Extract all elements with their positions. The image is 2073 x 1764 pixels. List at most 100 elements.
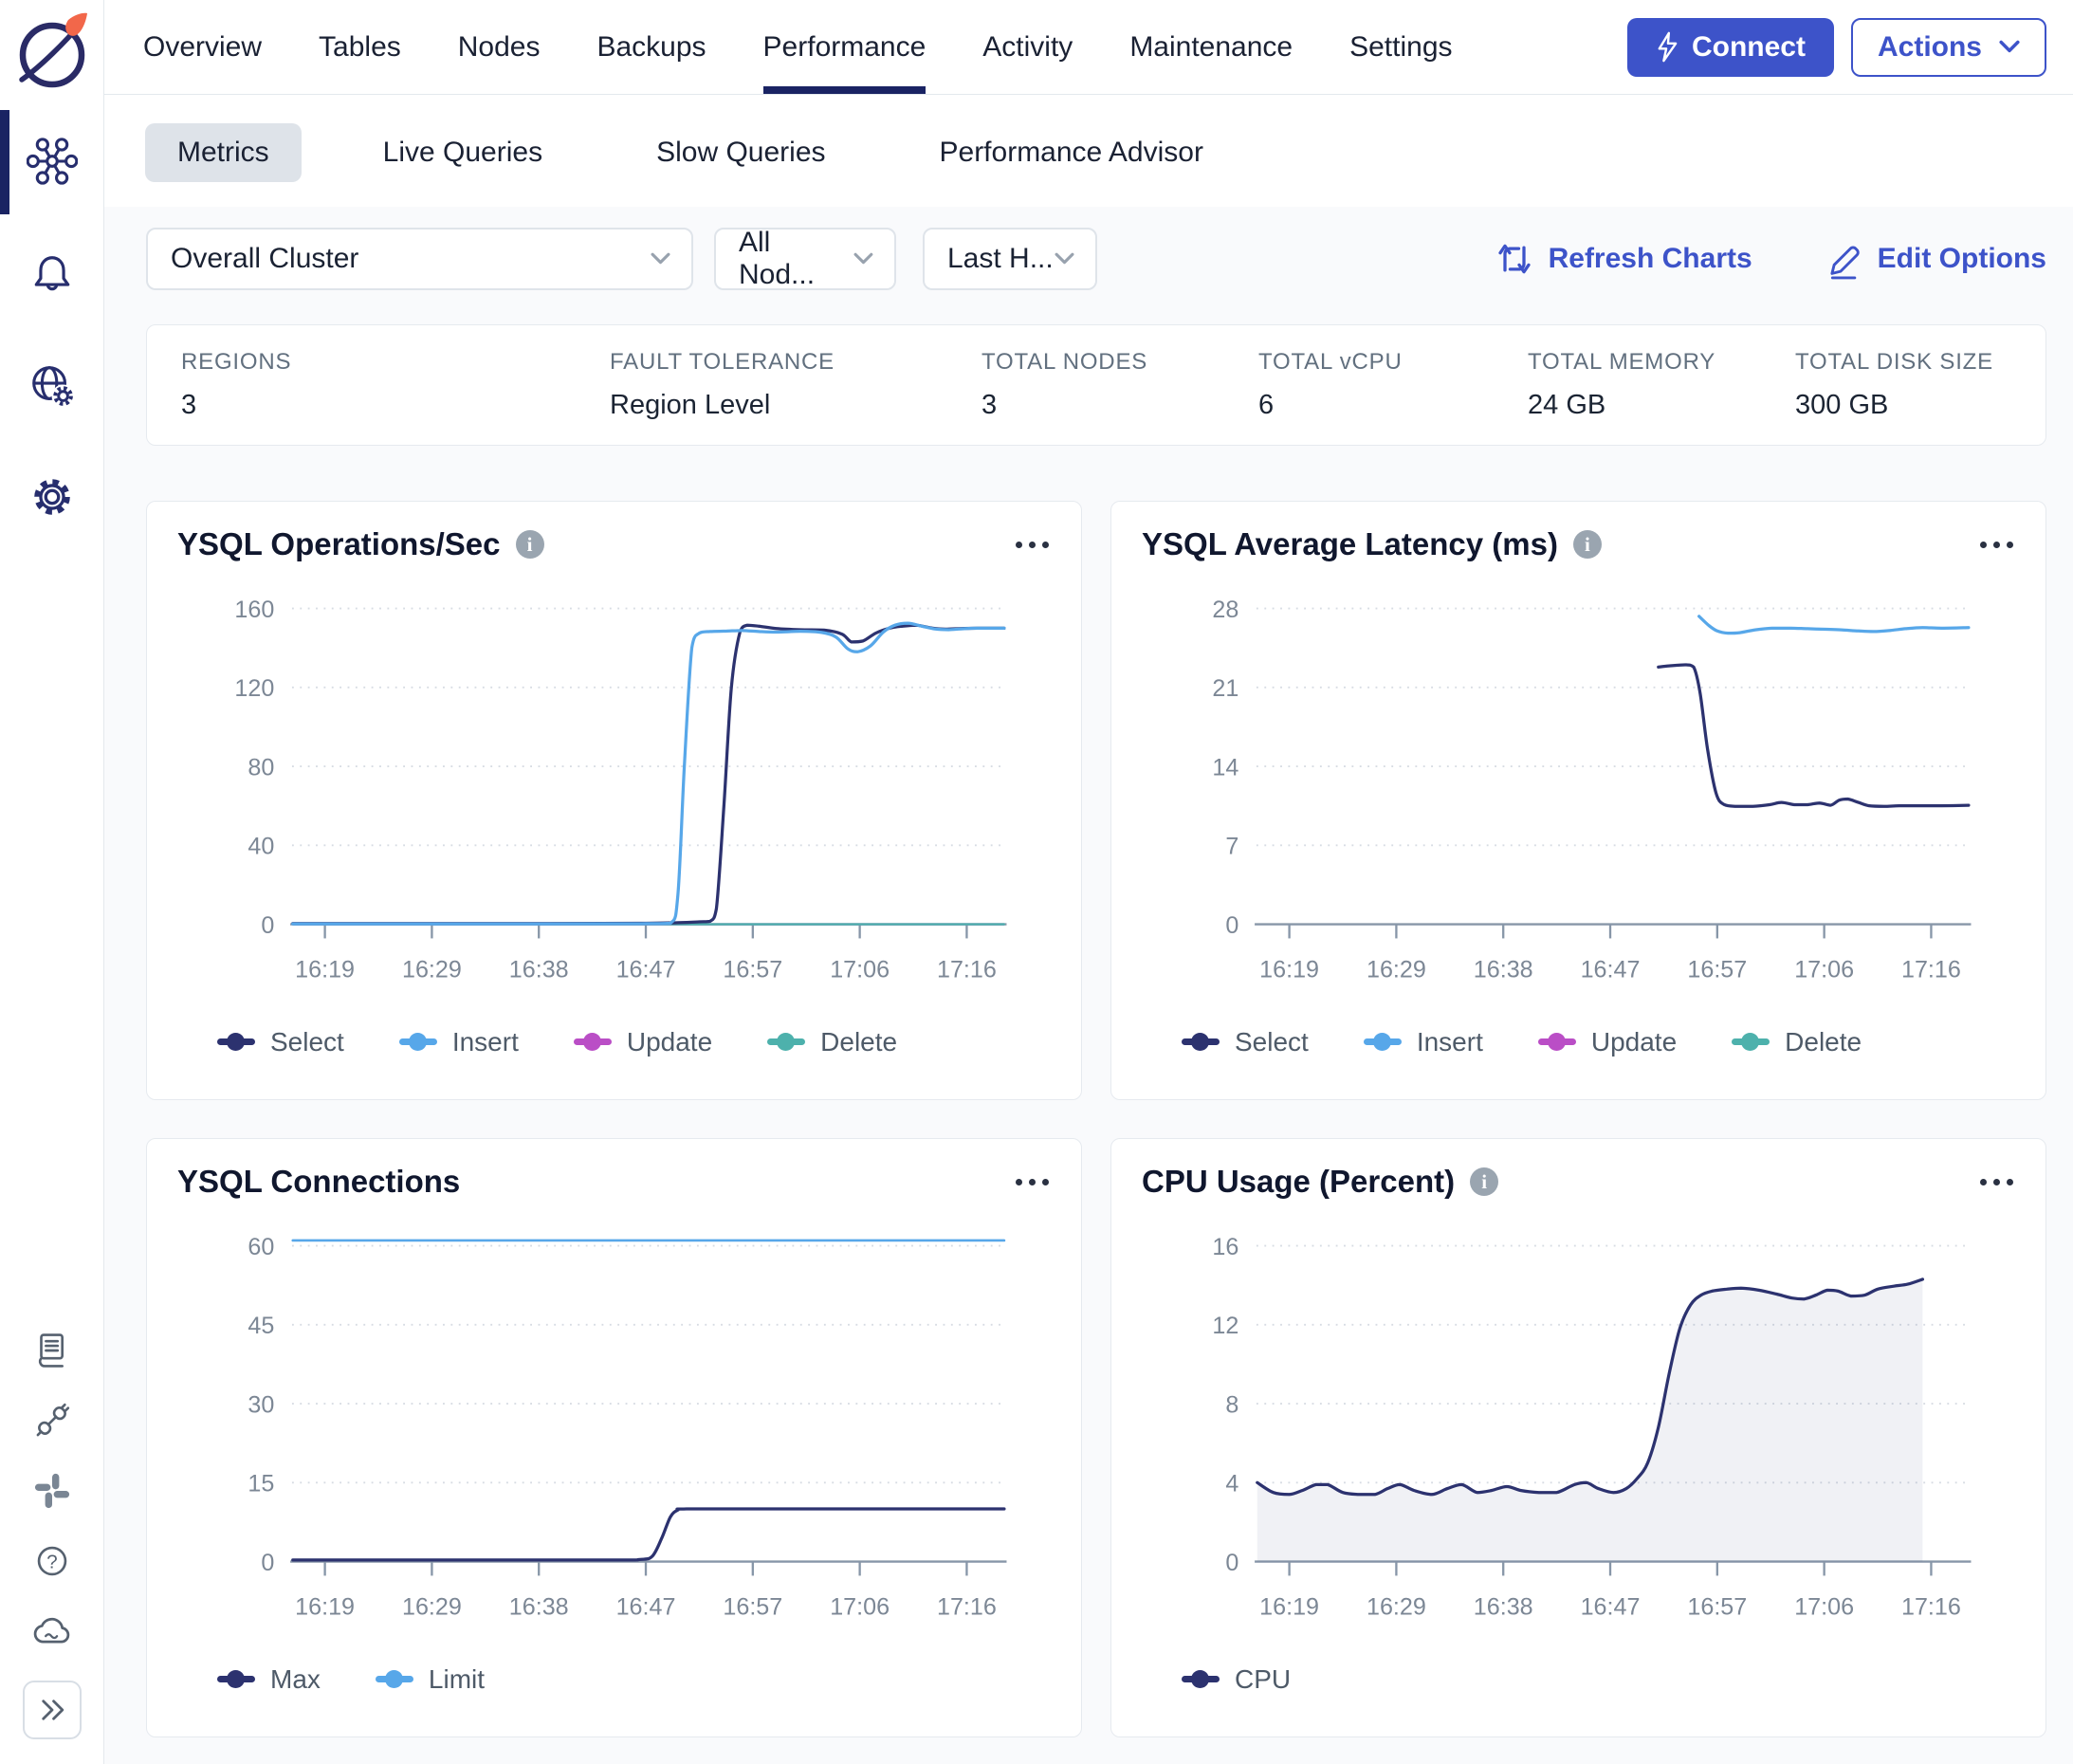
cluster-tab-bar: Overview Tables Nodes Backups Performanc… — [104, 0, 2073, 95]
charts-grid: YSQL Operations/Sec i 0408012016016:1916… — [146, 501, 2046, 1753]
refresh-icon — [1495, 240, 1533, 278]
subtab-slow-queries[interactable]: Slow Queries — [624, 123, 857, 182]
chart-card-ysql-operations: YSQL Operations/Sec i 0408012016016:1916… — [146, 501, 1082, 1100]
svg-text:17:06: 17:06 — [1794, 956, 1854, 983]
stat-value: 300 GB — [1795, 390, 1993, 421]
filter-row: Overall Cluster All Nod... Last H... — [146, 228, 2046, 290]
main-area: Overview Tables Nodes Backups Performanc… — [104, 0, 2073, 1764]
stat-total-vcpu: TOTAL vCPU 6 — [1258, 349, 1528, 421]
tab-backups[interactable]: Backups — [596, 0, 706, 94]
svg-text:16:19: 16:19 — [1259, 956, 1319, 983]
sidebar-item-notifications[interactable] — [0, 247, 104, 300]
chart-menu-button[interactable] — [1014, 534, 1051, 556]
sidebar: ? — [0, 0, 104, 1764]
tab-overview[interactable]: Overview — [143, 0, 262, 94]
sidebar-item-cluster[interactable] — [0, 135, 104, 188]
cpu-usage-chart: 048121616:1916:2916:3816:4716:5717:0617:… — [1142, 1202, 2015, 1661]
stat-label: FAULT TOLERANCE — [610, 349, 981, 376]
tab-maintenance[interactable]: Maintenance — [1129, 0, 1293, 94]
svg-text:8: 8 — [1225, 1391, 1238, 1418]
legend-label: Select — [270, 1027, 344, 1057]
legend-item-update[interactable]: Update — [1538, 1027, 1677, 1057]
tab-performance[interactable]: Performance — [763, 0, 926, 94]
legend-item-limit[interactable]: Limit — [376, 1664, 485, 1695]
svg-text:17:06: 17:06 — [830, 956, 890, 983]
chart-title: YSQL Operations/Sec — [177, 526, 501, 562]
tab-activity[interactable]: Activity — [982, 0, 1073, 94]
svg-text:4: 4 — [1225, 1471, 1238, 1498]
sidebar-item-network-settings[interactable] — [0, 358, 104, 412]
chart-card-ysql-latency: YSQL Average Latency (ms) i 0714212816:1… — [1110, 501, 2046, 1100]
edit-options-label: Edit Options — [1878, 243, 2046, 275]
tab-settings[interactable]: Settings — [1349, 0, 1452, 94]
svg-text:21: 21 — [1212, 675, 1238, 702]
svg-text:17:16: 17:16 — [1901, 1593, 1961, 1620]
cluster-select[interactable]: Overall Cluster — [146, 228, 693, 290]
chart-menu-button[interactable] — [1014, 1171, 1051, 1193]
legend-item-insert[interactable]: Insert — [399, 1027, 519, 1057]
legend-item-insert[interactable]: Insert — [1364, 1027, 1483, 1057]
chevron-down-icon — [1999, 40, 2020, 54]
legend-label: Delete — [820, 1027, 897, 1057]
legend-item-max[interactable]: Max — [217, 1664, 321, 1695]
nodes-select[interactable]: All Nod... — [714, 228, 896, 290]
svg-text:30: 30 — [248, 1391, 274, 1418]
actions-button[interactable]: Actions — [1851, 18, 2046, 77]
svg-text:17:16: 17:16 — [937, 956, 997, 983]
connect-label: Connect — [1692, 31, 1806, 64]
tab-nodes[interactable]: Nodes — [458, 0, 541, 94]
legend-marker — [1538, 1038, 1576, 1045]
legend-marker — [1182, 1676, 1220, 1682]
sidebar-item-settings[interactable] — [0, 470, 104, 524]
subtab-performance-advisor[interactable]: Performance Advisor — [908, 123, 1236, 182]
svg-text:12: 12 — [1212, 1313, 1238, 1339]
svg-text:120: 120 — [234, 675, 274, 702]
connect-button[interactable]: Connect — [1627, 18, 1834, 77]
stat-label: TOTAL vCPU — [1258, 349, 1528, 376]
legend-marker — [217, 1676, 255, 1682]
legend-item-delete[interactable]: Delete — [767, 1027, 897, 1057]
info-icon[interactable]: i — [1470, 1167, 1498, 1196]
svg-text:0: 0 — [261, 912, 274, 939]
chart-legend: Select Insert Update Delete — [177, 1027, 1051, 1057]
sidebar-item-help[interactable]: ? — [0, 1540, 104, 1582]
sidebar-item-cloud[interactable] — [0, 1610, 104, 1652]
sidebar-item-docs[interactable] — [0, 1330, 104, 1371]
svg-text:60: 60 — [248, 1234, 274, 1260]
legend-item-select[interactable]: Select — [217, 1027, 344, 1057]
ysql-operations-chart: 0408012016016:1916:2916:3816:4716:5717:0… — [177, 564, 1051, 1023]
subtab-live-queries[interactable]: Live Queries — [351, 123, 575, 182]
svg-text:16: 16 — [1212, 1234, 1238, 1260]
svg-text:16:57: 16:57 — [723, 1593, 782, 1620]
chart-menu-button[interactable] — [1978, 1171, 2015, 1193]
svg-text:16:38: 16:38 — [1474, 1593, 1533, 1620]
chart-menu-button[interactable] — [1978, 534, 2015, 556]
refresh-charts-label: Refresh Charts — [1549, 243, 1752, 275]
chevron-down-icon — [1055, 252, 1074, 266]
legend-item-delete[interactable]: Delete — [1732, 1027, 1862, 1057]
yugabyte-logo[interactable] — [9, 8, 96, 99]
sidebar-item-slack[interactable] — [0, 1470, 104, 1512]
edit-options-link[interactable]: Edit Options — [1826, 238, 2046, 280]
svg-text:16:19: 16:19 — [1259, 1593, 1319, 1620]
svg-text:?: ? — [46, 1551, 57, 1572]
stat-total-disk-size: TOTAL DISK SIZE 300 GB — [1795, 349, 1993, 421]
sidebar-item-integrations[interactable] — [0, 1400, 104, 1442]
info-icon[interactable]: i — [1573, 530, 1602, 559]
refresh-charts-link[interactable]: Refresh Charts — [1495, 240, 1752, 278]
svg-text:16:57: 16:57 — [1687, 1593, 1747, 1620]
tab-tables[interactable]: Tables — [319, 0, 401, 94]
legend-item-cpu[interactable]: CPU — [1182, 1664, 1291, 1695]
pencil-icon — [1826, 238, 1862, 280]
svg-text:16:29: 16:29 — [1367, 1593, 1426, 1620]
svg-text:16:47: 16:47 — [616, 956, 676, 983]
legend-item-select[interactable]: Select — [1182, 1027, 1309, 1057]
info-icon[interactable]: i — [516, 530, 544, 559]
legend-item-update[interactable]: Update — [574, 1027, 712, 1057]
subtab-metrics[interactable]: Metrics — [145, 123, 302, 182]
time-range-select[interactable]: Last H... — [923, 228, 1097, 290]
svg-text:16:19: 16:19 — [295, 1593, 355, 1620]
chart-legend: Select Insert Update Delete — [1142, 1027, 2015, 1057]
svg-text:7: 7 — [1225, 834, 1238, 860]
sidebar-expand-button[interactable] — [23, 1681, 82, 1739]
